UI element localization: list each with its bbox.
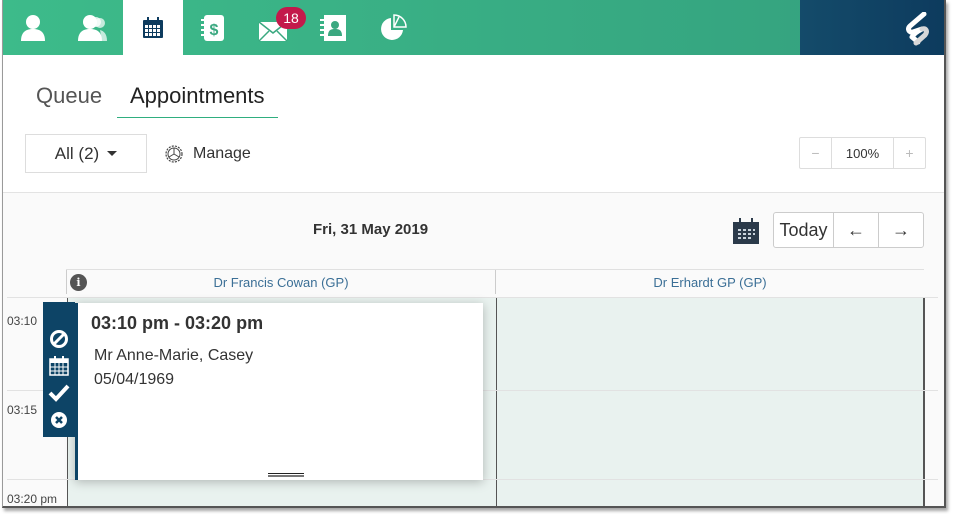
appointment-card[interactable]: 03:10 pm - 03:20 pm Mr Anne-Marie, Casey… — [75, 303, 483, 480]
resize-handle[interactable] — [268, 473, 304, 477]
gear-icon — [165, 145, 183, 163]
patient-name: Mr Anne-Marie, Casey — [94, 347, 254, 364]
practitioner-header[interactable]: Dr Erhardt GP (GP) — [495, 270, 924, 294]
reschedule-button[interactable] — [48, 355, 70, 377]
zoom-level: 100% — [831, 138, 894, 168]
caret-down-icon — [107, 151, 118, 156]
nav-messages[interactable]: 18 — [243, 0, 306, 55]
date-navigation: Today ← → — [773, 212, 924, 248]
brand-logo-icon — [906, 12, 929, 46]
today-button[interactable]: Today — [774, 213, 834, 247]
svg-text:$: $ — [210, 22, 219, 39]
manage-button[interactable]: Manage — [163, 140, 251, 168]
practitioner-filter-dropdown[interactable]: All (2) — [25, 134, 147, 173]
manage-label: Manage — [193, 145, 251, 162]
nav-billing[interactable]: $ — [183, 0, 243, 55]
calendar-date: Fri, 31 May 2019 — [313, 221, 429, 238]
pie-chart-icon — [381, 13, 407, 40]
tab-appointments[interactable]: Appointments — [117, 70, 278, 118]
mark-arrived-button[interactable] — [48, 382, 70, 404]
appointment-actions — [43, 302, 75, 437]
nav-patient[interactable] — [3, 0, 63, 55]
brand-area — [800, 0, 944, 55]
messages-count-badge: 18 — [276, 7, 306, 29]
cancel-appointment-button[interactable] — [48, 328, 70, 350]
patient-icon — [21, 14, 45, 41]
nav-contacts[interactable] — [303, 0, 363, 55]
app-window: $ 18 Queue Appointments All (2) Manage −… — [2, 0, 946, 508]
zoom-in-button[interactable]: + — [894, 138, 925, 168]
time-label: 03:15 — [7, 403, 38, 417]
zoom-out-button[interactable]: − — [800, 138, 831, 168]
patients-group-icon — [78, 14, 107, 41]
tab-queue[interactable]: Queue — [36, 70, 102, 118]
nav-patients[interactable] — [63, 0, 123, 55]
calendar-icon — [143, 16, 163, 38]
practitioner-headers: i Dr Francis Cowan (GP) Dr Erhardt GP (G… — [66, 269, 924, 294]
grid-line — [7, 297, 938, 298]
time-label: 03:10 — [7, 314, 38, 328]
delete-appointment-button[interactable] — [48, 409, 70, 431]
practitioner-name: Dr Erhardt GP (GP) — [653, 274, 767, 290]
zoom-control: − 100% + — [799, 137, 926, 169]
practitioner-column[interactable] — [496, 297, 925, 506]
calendar-icon — [49, 356, 69, 376]
practitioner-header[interactable]: i Dr Francis Cowan (GP) — [66, 270, 495, 294]
previous-day-button[interactable]: ← — [834, 213, 879, 247]
no-entry-icon — [50, 330, 68, 348]
next-day-button[interactable]: → — [879, 213, 923, 247]
appointment-time: 03:10 pm - 03:20 pm — [91, 313, 264, 333]
date-picker-icon[interactable] — [732, 217, 760, 245]
top-nav-bar: $ 18 — [3, 0, 944, 55]
billing-book-icon: $ — [201, 14, 224, 41]
close-circle-icon — [51, 412, 67, 428]
address-book-icon — [320, 14, 346, 41]
info-icon[interactable]: i — [70, 274, 87, 291]
checkmark-icon — [48, 384, 70, 402]
filter-label: All (2) — [54, 143, 100, 163]
nav-calendar[interactable] — [123, 0, 183, 55]
patient-dob: 05/04/1969 — [94, 371, 175, 388]
time-label: 03:20 pm — [7, 492, 58, 506]
nav-reports[interactable] — [363, 0, 423, 55]
practitioner-name: Dr Francis Cowan (GP) — [213, 274, 349, 290]
